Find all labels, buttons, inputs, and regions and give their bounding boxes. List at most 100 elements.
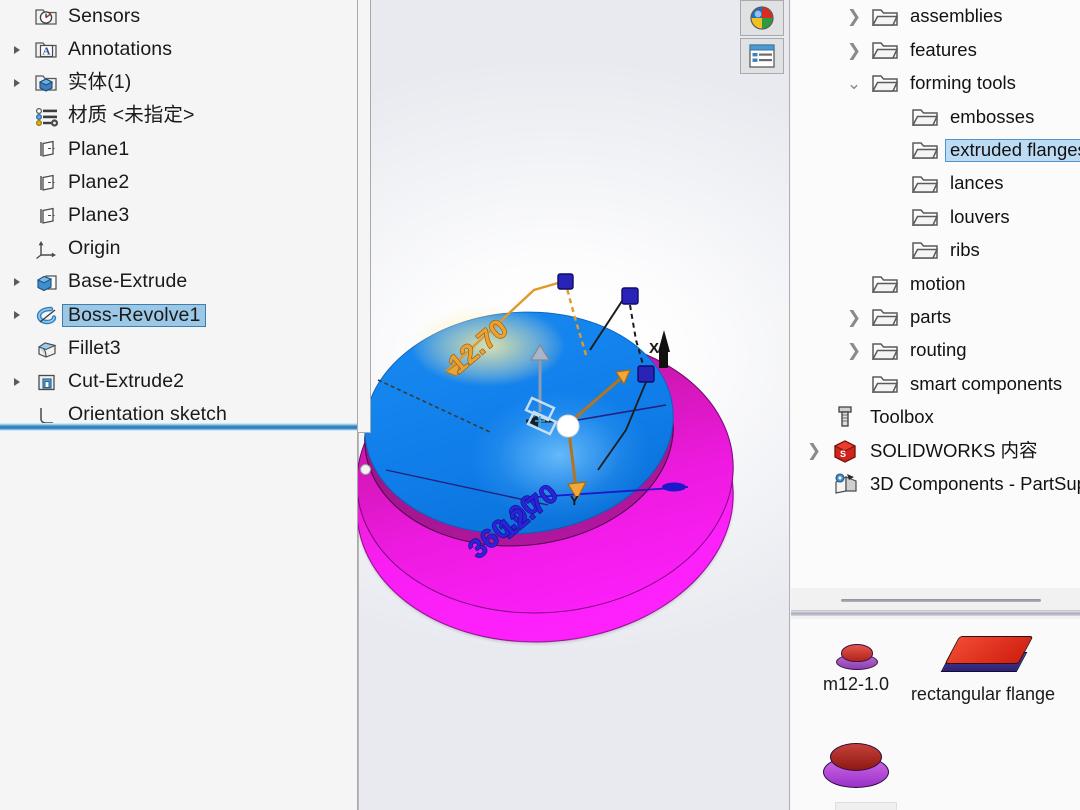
library-row-embosses[interactable]: embosses xyxy=(791,100,1080,133)
library-row-assemblies[interactable]: ❯ assemblies xyxy=(791,0,1080,33)
feature-tree-list: Sensors A Annotations 实体(1) 材质 <未指定> Plane1 Pl… xyxy=(0,0,357,431)
viewport-right-border xyxy=(789,0,790,810)
library-row-ribs[interactable]: ribs xyxy=(791,234,1080,267)
feature-tree-label: 实体(1) xyxy=(68,71,132,94)
solidworks-window: Sensors A Annotations 实体(1) 材质 <未指定> Plane1 Pl… xyxy=(0,0,1080,810)
gallery-item-m12[interactable]: m12-1.0 xyxy=(801,638,911,698)
expand-arrow-icon[interactable] xyxy=(2,78,32,87)
splitter-grip[interactable] xyxy=(841,599,1041,602)
feature-tree-label: 材质 <未指定> xyxy=(68,104,195,127)
library-row-lances[interactable]: lances xyxy=(791,167,1080,200)
feature-tree-row-plane3[interactable]: Plane3 xyxy=(0,199,357,232)
feature-tree-label: Fillet3 xyxy=(68,336,121,359)
feature-tree-label: Sensors xyxy=(68,4,141,27)
svg-text:X: X xyxy=(649,340,659,357)
display-pane-icon[interactable] xyxy=(740,38,784,74)
library-folder-icon xyxy=(905,171,945,197)
chevron-right-icon[interactable]: ❯ xyxy=(803,442,825,459)
library-folder-icon xyxy=(865,338,905,364)
feature-tree-label: Plane1 xyxy=(68,137,130,160)
expand-arrow-icon[interactable] xyxy=(2,45,32,54)
library-row-routing[interactable]: ❯ routing xyxy=(791,334,1080,367)
library-row-louvers[interactable]: louvers xyxy=(791,200,1080,233)
origin-icon xyxy=(32,237,62,261)
3d-components-icon xyxy=(825,471,865,497)
svg-text:A: A xyxy=(43,45,51,57)
expand-arrow-icon[interactable] xyxy=(2,311,32,320)
sensors-folder-icon xyxy=(32,5,62,29)
feature-tree-label: Annotations xyxy=(68,38,173,61)
feature-tree-label: Plane2 xyxy=(68,170,130,193)
plane-icon xyxy=(32,171,62,195)
library-row-label: assemblies xyxy=(910,5,1003,27)
feature-tree-label: Cut-Extrude2 xyxy=(68,369,185,392)
library-row-label: extruded flanges xyxy=(945,139,1080,162)
rectangular-flange-thumbnail xyxy=(940,628,1034,682)
feature-tree-row-cut-extrude2[interactable]: Cut-Extrude2 xyxy=(0,365,357,398)
library-folder-icon xyxy=(905,137,945,163)
m12-thumbnail xyxy=(832,638,880,672)
gallery-item-rectangular-flange[interactable]: rectangular flange xyxy=(903,628,1063,708)
chevron-right-icon[interactable]: ❯ xyxy=(843,8,865,25)
design-library-splitter[interactable] xyxy=(791,588,1080,619)
design-library-tree: ❯ assemblies ❯ features ⌄ forming tools emboss… xyxy=(791,0,1080,501)
library-folder-icon xyxy=(865,271,905,297)
tree-panel-shelf xyxy=(358,0,371,433)
feature-tree-label: Origin xyxy=(68,237,121,260)
feature-tree-label: Boss-Revolve1 xyxy=(62,303,207,328)
solidworks-cube-icon: S xyxy=(825,438,865,464)
feature-tree-row-origin[interactable]: Origin xyxy=(0,232,357,265)
gallery-item-round-emboss[interactable] xyxy=(801,740,911,810)
library-row-label: ribs xyxy=(950,239,980,261)
gallery-label: m12-1.0 xyxy=(822,674,890,694)
library-row-parts[interactable]: ❯ parts xyxy=(791,301,1080,334)
library-row-label: lances xyxy=(950,172,1004,194)
feature-tree-label: Base-Extrude xyxy=(68,270,188,293)
feature-tree-row-sensors[interactable]: Sensors xyxy=(0,0,357,33)
gallery-label-partial xyxy=(835,802,897,810)
round-emboss-thumbnail xyxy=(821,740,891,790)
library-row-label: smart components xyxy=(910,372,1063,394)
plane-icon xyxy=(32,204,62,228)
fillet-feature-icon xyxy=(32,336,62,360)
feature-tree-row-plane2[interactable]: Plane2 xyxy=(0,166,357,199)
library-row-3d-components-partsupp[interactable]: 3D Components - PartSupp xyxy=(791,467,1080,500)
chevron-right-icon[interactable]: ❯ xyxy=(843,42,865,59)
library-folder-icon xyxy=(865,371,905,397)
expand-arrow-icon[interactable] xyxy=(2,377,32,386)
feature-tree-label: Plane3 xyxy=(68,203,130,226)
feature-tree-row-plane1[interactable]: Plane1 xyxy=(0,133,357,166)
feature-tree-row-[interactable]: 材质 <未指定> xyxy=(0,100,357,133)
library-row-toolbox[interactable]: Toolbox xyxy=(791,401,1080,434)
library-row-label: Toolbox xyxy=(870,406,934,428)
library-row-extruded-flanges[interactable]: extruded flanges xyxy=(791,134,1080,167)
svg-text:S: S xyxy=(840,449,846,459)
library-row-label: features xyxy=(910,38,977,60)
feature-manager-panel: Sensors A Annotations 实体(1) 材质 <未指定> Plane1 Pl… xyxy=(0,0,358,810)
toolbox-bolt-icon xyxy=(825,404,865,430)
appearances-sphere-icon[interactable] xyxy=(740,0,784,36)
library-row-smart-components[interactable]: smart components xyxy=(791,367,1080,400)
library-row-label: routing xyxy=(910,339,967,361)
rollback-bar[interactable] xyxy=(0,423,357,431)
graphics-area[interactable]: X Y 12.70 360.00 12.70 xyxy=(358,0,790,810)
expand-arrow-icon[interactable] xyxy=(2,278,32,287)
extrude-feature-icon xyxy=(32,270,62,294)
design-library-gallery: m12-1.0 rectangular flange xyxy=(791,620,1080,810)
splitter-divider xyxy=(791,610,1080,616)
library-row-label: forming tools xyxy=(910,72,1016,94)
library-row-label: SOLIDWORKS 内容 xyxy=(870,439,1038,461)
library-row-motion[interactable]: motion xyxy=(791,267,1080,300)
chevron-down-icon[interactable]: ⌄ xyxy=(843,75,865,92)
chevron-right-icon[interactable]: ❯ xyxy=(843,309,865,326)
feature-tree-row-fillet3[interactable]: Fillet3 xyxy=(0,332,357,365)
library-row-features[interactable]: ❯ features xyxy=(791,33,1080,66)
feature-tree-row-boss-revolve1[interactable]: Boss-Revolve1 xyxy=(0,299,357,332)
feature-tree-row-annotations[interactable]: A Annotations xyxy=(0,33,357,66)
library-row-solidworks-内容[interactable]: ❯ S SOLIDWORKS 内容 xyxy=(791,434,1080,467)
library-row-forming-tools[interactable]: ⌄ forming tools xyxy=(791,67,1080,100)
feature-tree-row-1[interactable]: 实体(1) xyxy=(0,66,357,99)
panel-splitter-handle[interactable] xyxy=(360,464,371,475)
chevron-right-icon[interactable]: ❯ xyxy=(843,342,865,359)
feature-tree-row-base-extrude[interactable]: Base-Extrude xyxy=(0,266,357,299)
